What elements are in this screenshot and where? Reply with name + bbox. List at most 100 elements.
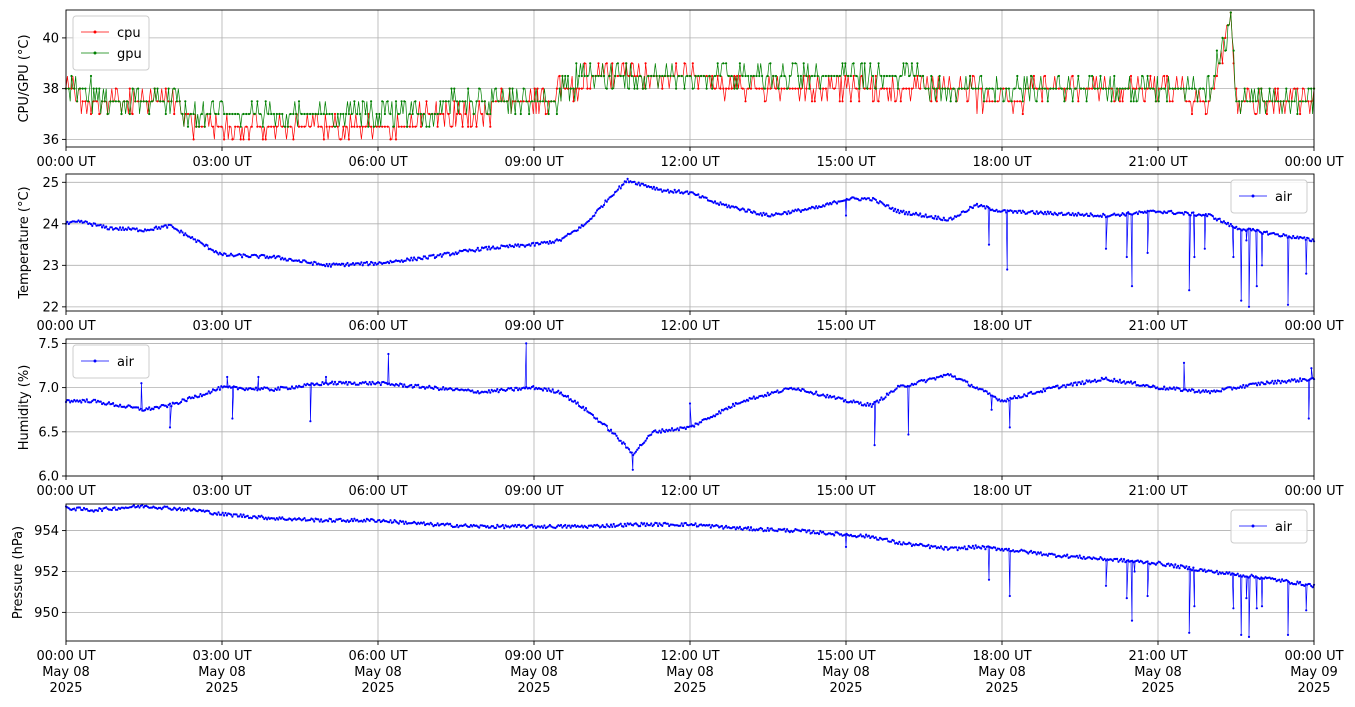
data-point	[874, 74, 877, 78]
data-point	[1200, 568, 1203, 571]
data-point	[1027, 87, 1030, 90]
data-point	[650, 74, 653, 78]
data-point	[170, 100, 173, 103]
data-point	[1116, 87, 1119, 90]
data-point	[1276, 233, 1279, 236]
data-point	[657, 524, 660, 528]
data-point	[1008, 426, 1011, 429]
data-point	[1213, 87, 1216, 90]
data-point	[974, 87, 977, 90]
data-point	[217, 386, 220, 389]
data-point	[85, 220, 88, 223]
data-point	[117, 100, 120, 103]
data-point	[1207, 74, 1210, 78]
data-point	[763, 87, 767, 90]
data-point	[679, 524, 682, 527]
data-point	[880, 396, 883, 399]
data-point	[1100, 215, 1103, 218]
data-point	[777, 87, 780, 90]
data-point	[783, 74, 786, 78]
data-point	[1046, 87, 1049, 90]
data-point	[833, 74, 836, 78]
data-point	[293, 387, 296, 390]
data-point	[511, 87, 514, 90]
data-point	[1261, 232, 1264, 235]
data-point	[120, 228, 123, 231]
data-point	[602, 74, 606, 78]
data-point	[637, 181, 640, 184]
data-point	[622, 525, 625, 528]
data-point	[388, 521, 391, 524]
data-point	[1016, 100, 1019, 103]
data-point	[1206, 215, 1209, 218]
data-point	[877, 100, 880, 103]
data-point	[347, 112, 350, 116]
data-point	[808, 87, 811, 90]
data-point	[824, 87, 828, 90]
data-point	[933, 87, 936, 90]
data-point	[216, 513, 219, 516]
data-point	[1041, 87, 1044, 90]
data-point	[752, 395, 755, 398]
data-point	[117, 405, 120, 408]
data-point	[985, 100, 988, 103]
data-point	[1113, 100, 1116, 103]
data-point	[132, 504, 135, 507]
data-point	[937, 215, 940, 218]
data-point	[892, 539, 895, 542]
data-point	[877, 401, 880, 404]
data-point	[1124, 87, 1127, 90]
data-point	[261, 138, 264, 141]
data-point	[786, 87, 789, 90]
data-point	[1174, 388, 1177, 391]
data-point	[716, 524, 719, 527]
data-point	[1293, 87, 1296, 90]
data-point	[300, 261, 303, 264]
legend-box	[1230, 179, 1308, 214]
legend-marker	[93, 359, 97, 363]
data-point	[1268, 100, 1271, 103]
data-point	[930, 100, 933, 103]
data-point	[1296, 87, 1299, 90]
data-point	[636, 448, 639, 451]
x-tick-label: 09:00 UT	[504, 319, 563, 334]
data-point	[974, 544, 977, 547]
data-point	[99, 400, 102, 403]
data-point	[494, 390, 497, 393]
data-point	[347, 138, 350, 141]
data-point	[67, 399, 70, 402]
data-point	[1174, 563, 1177, 566]
data-point	[125, 100, 129, 103]
data-point	[1210, 87, 1213, 90]
data-point	[192, 112, 195, 116]
data-point	[914, 211, 918, 214]
data-point	[663, 430, 667, 433]
data-point	[333, 112, 337, 116]
data-point	[1279, 580, 1282, 583]
data-point	[1185, 87, 1188, 90]
data-point	[697, 87, 700, 90]
data-point	[1188, 289, 1191, 292]
data-point	[1079, 382, 1083, 386]
data-point	[1167, 388, 1170, 391]
data-point	[988, 207, 991, 210]
data-point	[726, 206, 729, 209]
data-point	[611, 87, 614, 90]
data-point	[239, 513, 242, 516]
data-point	[1134, 380, 1137, 384]
data-point	[765, 529, 768, 533]
data-point	[1245, 239, 1248, 242]
y-tick-label: 6.5	[38, 425, 59, 440]
data-point	[817, 532, 821, 536]
data-point	[164, 224, 167, 227]
data-point	[1132, 100, 1135, 103]
data-point	[121, 226, 124, 229]
data-point	[762, 395, 765, 398]
data-point	[1218, 62, 1221, 65]
data-point	[350, 125, 353, 128]
data-point	[1290, 100, 1293, 103]
data-point	[766, 74, 769, 78]
data-point	[67, 222, 70, 226]
data-point	[1104, 584, 1108, 587]
data-point	[300, 125, 303, 128]
